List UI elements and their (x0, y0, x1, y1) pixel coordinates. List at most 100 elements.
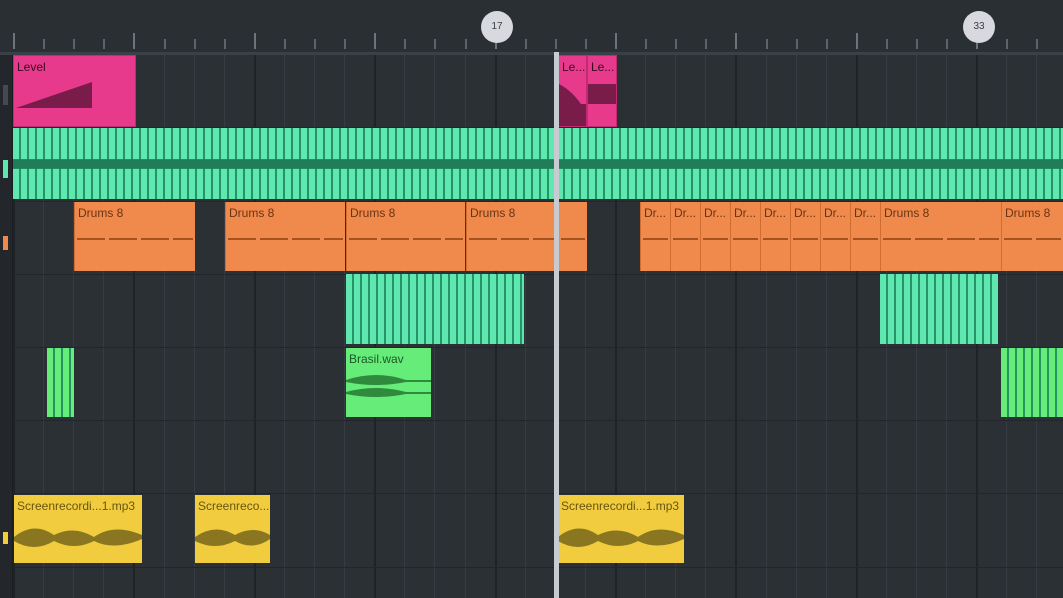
track-indicator-yellow[interactable] (3, 532, 8, 544)
automation-curve-icon (559, 84, 586, 126)
clip-label: Dr... (794, 206, 817, 220)
pattern-clip-drums[interactable]: Dr... (670, 202, 700, 271)
ruler-tick (795, 39, 798, 49)
clip-label: Drums 8 (229, 206, 275, 220)
pattern-clip-drums[interactable]: Drums 8 (466, 202, 558, 271)
audio-clip-brasil[interactable]: Brasil.wav (346, 348, 431, 417)
playhead[interactable] (554, 52, 559, 598)
clip-label: Dr... (674, 206, 697, 220)
track-indicator-teal[interactable] (3, 160, 8, 178)
clip-label: Dr... (644, 206, 667, 220)
waveform-icon (14, 528, 142, 547)
ruler-tick (103, 39, 106, 49)
pattern-notes (228, 238, 343, 240)
ruler-tick (374, 33, 377, 49)
pattern-notes (349, 238, 463, 240)
audio-clip-teal[interactable] (13, 128, 1063, 199)
ruler-tick (253, 33, 256, 49)
waveform-icon (13, 158, 1063, 169)
automation-clip[interactable]: Level (13, 55, 136, 127)
waveform-slices (47, 348, 74, 417)
audio-clip-green[interactable] (1001, 348, 1063, 417)
ruler-tick (916, 39, 918, 49)
ruler-tick (645, 39, 648, 49)
timeline-ruler[interactable]: 17 33 (0, 0, 1063, 55)
ruler-tick (765, 39, 768, 49)
audio-clip-screenrecording[interactable]: Screenrecordi...1.mp3 (14, 495, 142, 563)
ruler-tick (133, 33, 136, 49)
clip-label: Dr... (734, 206, 757, 220)
ruler-tick (163, 39, 166, 49)
ruler-tick (1036, 39, 1039, 49)
waveform-icon (558, 528, 684, 547)
audio-clip-screenrecording[interactable]: Screenreco... (195, 495, 270, 563)
pattern-clip-drums[interactable]: Dr... (640, 202, 670, 271)
clip-label: Dr... (704, 206, 727, 220)
pattern-clip-drums[interactable]: Drums 8 (1001, 202, 1063, 271)
ruler-tick (554, 39, 557, 49)
ruler-tick (855, 33, 858, 49)
bar-marker-33[interactable]: 33 (963, 11, 995, 43)
clip-label: Drums 8 (1005, 206, 1051, 220)
track-divider (13, 347, 1063, 348)
ruler-tick (223, 39, 226, 49)
automation-clip[interactable]: Le... (587, 55, 617, 127)
pattern-notes (823, 238, 848, 240)
pattern-notes (643, 238, 668, 240)
waveform-icon (195, 529, 270, 546)
automation-clip[interactable]: Le... (558, 55, 587, 127)
track-indicator-automation[interactable] (3, 85, 8, 105)
pattern-notes (77, 238, 193, 240)
pattern-clip-drums[interactable]: Dr... (820, 202, 850, 271)
ruler-tick (434, 39, 437, 49)
ruler-tick (464, 39, 467, 49)
pattern-notes (703, 238, 728, 240)
pattern-clip-drums[interactable]: Dr... (850, 202, 880, 271)
ruler-tick (584, 39, 587, 49)
ruler-tick (73, 39, 76, 49)
ruler-tick (314, 39, 316, 49)
pattern-notes (883, 238, 999, 240)
pattern-notes (763, 238, 788, 240)
pattern-clip-drums[interactable]: Drums 8 (74, 202, 195, 271)
clip-label: Dr... (824, 206, 847, 220)
pattern-notes (469, 238, 556, 240)
clip-label: Drums 8 (470, 206, 516, 220)
ruler-tick (675, 39, 678, 49)
pattern-notes (561, 238, 585, 240)
pattern-notes (733, 238, 758, 240)
ruler-tick (825, 39, 828, 49)
track-strip (0, 55, 13, 598)
ruler-tick (1006, 39, 1009, 49)
playlist-grid[interactable]: Level Le... Le... Drums 8 Drums 8 Drums 8 D… (13, 55, 1063, 598)
audio-clip-screenrecording[interactable]: Screenrecordi...1.mp3 (558, 495, 684, 563)
pattern-clip-drums[interactable]: Drums 8 (346, 202, 465, 271)
pattern-notes (853, 238, 878, 240)
track-divider (13, 420, 1063, 421)
pattern-clip-drums[interactable]: Dr... (790, 202, 820, 271)
audio-clip-sliced[interactable] (880, 274, 998, 344)
pattern-clip-drums[interactable]: Drums 8 (880, 202, 1001, 271)
audio-clip-green[interactable] (47, 348, 74, 417)
automation-ramp-icon (16, 82, 92, 108)
track-indicator-orange[interactable] (3, 236, 8, 250)
track-divider (13, 567, 1063, 568)
ruler-tick (43, 39, 46, 49)
ruler-tick (735, 33, 738, 49)
pattern-clip-drums[interactable]: Drums 8 (225, 202, 345, 271)
clip-label: Drums 8 (350, 206, 396, 220)
ruler-tick (344, 39, 347, 49)
audio-clip-sliced[interactable] (346, 274, 524, 344)
ruler-tick (193, 39, 196, 49)
ruler-tick (946, 39, 949, 49)
pattern-notes (793, 238, 818, 240)
ruler-tick (524, 39, 527, 49)
pattern-clip-drums[interactable]: Dr... (760, 202, 790, 271)
pattern-clip-drums[interactable]: Dr... (700, 202, 730, 271)
pattern-clip-drums[interactable] (558, 202, 587, 271)
waveform-slices (880, 274, 998, 344)
bar-marker-17[interactable]: 17 (481, 11, 513, 43)
track-divider (13, 493, 1063, 494)
pattern-clip-drums[interactable]: Dr... (730, 202, 760, 271)
clip-label: Drums 8 (884, 206, 930, 220)
